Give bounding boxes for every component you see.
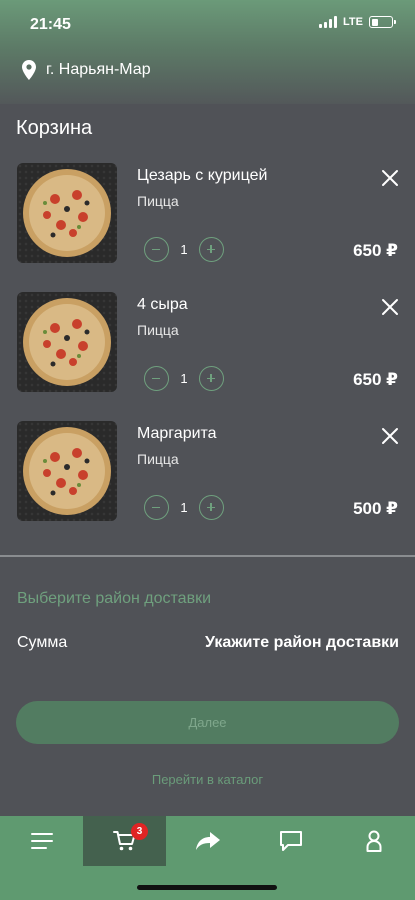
divider	[0, 555, 415, 557]
product-image	[17, 421, 117, 521]
product-image	[17, 163, 117, 263]
page-title: Корзина	[16, 117, 93, 139]
tab-menu[interactable]	[0, 816, 83, 866]
city-name: г. Нарьян-Мар	[46, 61, 151, 78]
increase-button[interactable]	[199, 495, 224, 520]
city-selector[interactable]: г. Нарьян-Мар	[22, 60, 151, 80]
quantity-stepper: 1	[144, 495, 224, 520]
home-indicator	[137, 885, 277, 890]
increase-button[interactable]	[199, 366, 224, 391]
decrease-button[interactable]	[144, 237, 169, 262]
menu-icon	[30, 833, 53, 849]
share-icon	[195, 832, 220, 850]
quantity-value: 1	[180, 242, 188, 257]
catalog-link[interactable]: Перейти в каталог	[0, 772, 415, 787]
profile-icon	[366, 830, 381, 852]
product-price: 650 ₽	[353, 241, 398, 260]
quantity-stepper: 1	[144, 366, 224, 391]
choose-district-link[interactable]: Выберите район доставки	[17, 590, 211, 608]
sum-value: Укажите район доставки	[204, 634, 399, 651]
cart-item: Цезарь с курицей Пицца 1 650 ₽	[0, 163, 415, 273]
cart-badge: 3	[131, 823, 148, 840]
close-icon[interactable]	[380, 168, 400, 188]
product-category: Пицца	[137, 451, 179, 467]
decrease-button[interactable]	[144, 366, 169, 391]
product-name: Цезарь с курицей	[137, 167, 268, 184]
battery-icon	[369, 16, 396, 28]
quantity-value: 1	[180, 371, 188, 386]
product-name: 4 сыра	[137, 296, 188, 313]
increase-button[interactable]	[199, 237, 224, 262]
product-category: Пицца	[137, 193, 179, 209]
sum-label: Сумма	[17, 634, 68, 651]
product-category: Пицца	[137, 322, 179, 338]
close-icon[interactable]	[380, 297, 400, 317]
status-bar: 21:45 LTE	[0, 0, 415, 46]
product-image	[17, 292, 117, 392]
tab-share[interactable]	[166, 816, 249, 866]
product-name: Маргарита	[137, 425, 217, 442]
decrease-button[interactable]	[144, 495, 169, 520]
cart-item: 4 сыра Пицца 1 650 ₽	[0, 292, 415, 402]
chat-icon	[279, 831, 302, 851]
product-price: 650 ₽	[353, 370, 398, 389]
cart-item: Маргарита Пицца 1 500 ₽	[0, 421, 415, 531]
next-button[interactable]: Далее	[16, 701, 399, 744]
status-indicators: LTE	[319, 16, 396, 28]
status-time: 21:45	[30, 16, 71, 33]
tab-cart[interactable]: 3	[83, 816, 166, 866]
tab-profile[interactable]	[332, 816, 415, 866]
close-icon[interactable]	[380, 426, 400, 446]
location-pin-icon	[22, 60, 36, 80]
signal-icon	[319, 16, 338, 28]
product-price: 500 ₽	[353, 499, 398, 518]
quantity-value: 1	[180, 500, 188, 515]
quantity-stepper: 1	[144, 237, 224, 262]
network-label: LTE	[343, 16, 363, 28]
tab-chat[interactable]	[249, 816, 332, 866]
